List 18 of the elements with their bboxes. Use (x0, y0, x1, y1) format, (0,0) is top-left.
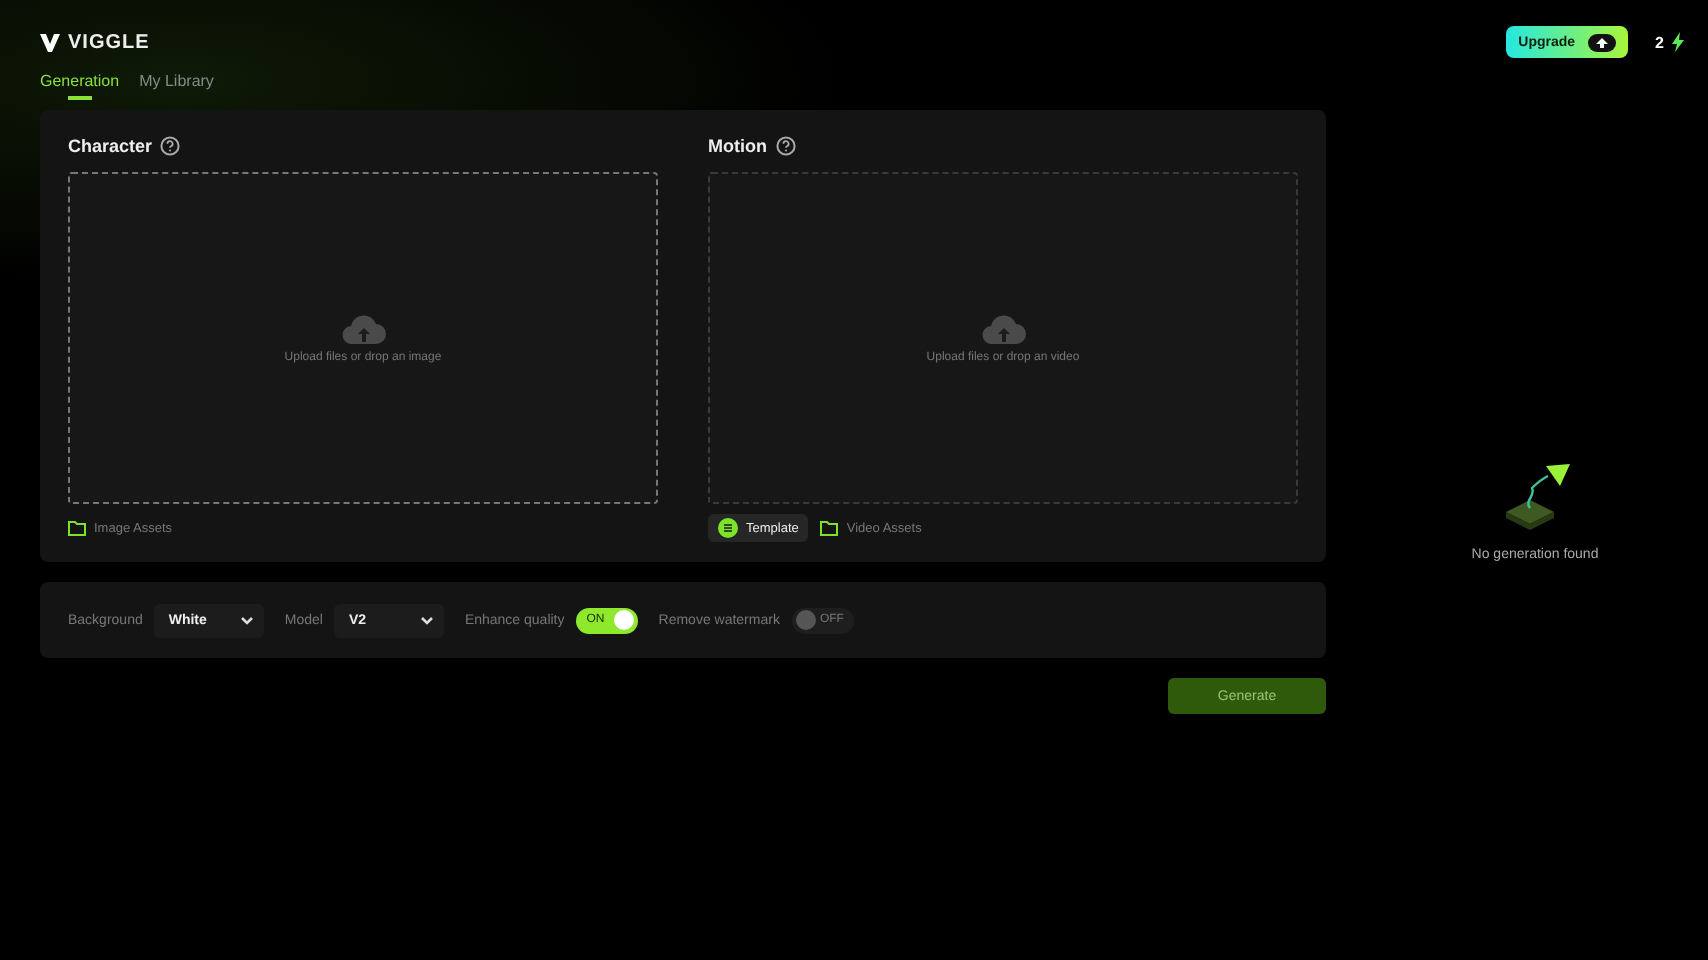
credits-count: 2 (1655, 33, 1664, 51)
arrow-up-icon (1587, 33, 1616, 51)
tab[interactable]: Generation (40, 72, 120, 100)
logo-text: VIGGLE (68, 31, 150, 53)
section-title: Motion (708, 136, 767, 156)
chevron-down-icon (240, 615, 255, 625)
cloud-upload-icon (981, 313, 1025, 345)
tab[interactable]: My Library (139, 72, 214, 100)
folder-icon (820, 520, 839, 536)
help-icon (775, 136, 795, 156)
lightning-icon (1672, 32, 1684, 52)
folder-icon (68, 520, 86, 536)
logo-icon (40, 33, 60, 51)
cloud-upload-icon (341, 313, 385, 345)
section-title: Character (68, 136, 153, 156)
help-icon (160, 136, 181, 156)
template-icon (718, 518, 738, 538)
chevron-down-icon (420, 615, 435, 625)
